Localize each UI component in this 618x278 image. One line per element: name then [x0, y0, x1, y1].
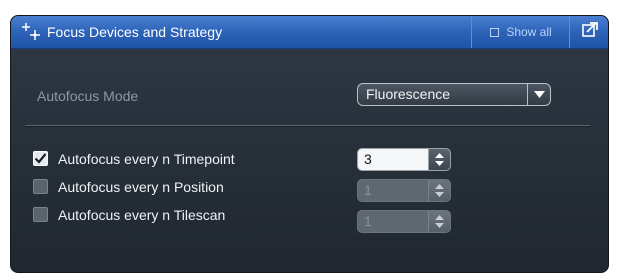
focus-devices-panel: Focus Devices and Strategy Show all Auto… — [10, 15, 609, 273]
tilescan-value: 1 — [364, 213, 372, 229]
focus-crosshair-icon — [21, 22, 41, 42]
timepoint-value: 3 — [364, 151, 372, 167]
position-checkbox[interactable] — [33, 179, 48, 194]
timepoint-stepper[interactable] — [428, 149, 450, 170]
autofocus-mode-label: Autofocus Mode — [37, 88, 139, 104]
up-down-arrows-icon — [435, 215, 444, 228]
tilescan-spinbox: 1 — [357, 210, 451, 233]
show-all-button[interactable]: Show all — [471, 16, 570, 48]
position-spinbox: 1 — [357, 179, 451, 202]
section-divider — [25, 125, 590, 126]
checkmark-icon — [34, 153, 47, 164]
undock-window-icon — [581, 22, 598, 42]
tilescan-label: Autofocus every n Tilescan — [58, 207, 226, 223]
autofocus-mode-value: Fluorescence — [366, 86, 451, 102]
up-down-arrows-icon — [435, 153, 444, 166]
show-all-label: Show all — [506, 25, 552, 39]
tilescan-stepper — [428, 211, 450, 232]
dropdown-arrow — [527, 84, 550, 105]
chevron-down-icon — [533, 91, 545, 98]
autofocus-mode-select[interactable]: Fluorescence — [357, 83, 551, 106]
up-down-arrows-icon — [435, 184, 444, 197]
timepoint-label: Autofocus every n Timepoint — [58, 151, 235, 167]
position-label: Autofocus every n Position — [58, 179, 224, 195]
timepoint-spinbox[interactable]: 3 — [357, 148, 451, 171]
undock-button[interactable] — [569, 16, 608, 48]
square-icon — [490, 27, 500, 37]
panel-header[interactable]: Focus Devices and Strategy Show all — [11, 16, 608, 49]
position-stepper — [428, 180, 450, 201]
tilescan-checkbox[interactable] — [33, 207, 48, 222]
position-value: 1 — [364, 182, 372, 198]
panel-title: Focus Devices and Strategy — [47, 24, 223, 40]
timepoint-checkbox[interactable] — [33, 151, 48, 166]
